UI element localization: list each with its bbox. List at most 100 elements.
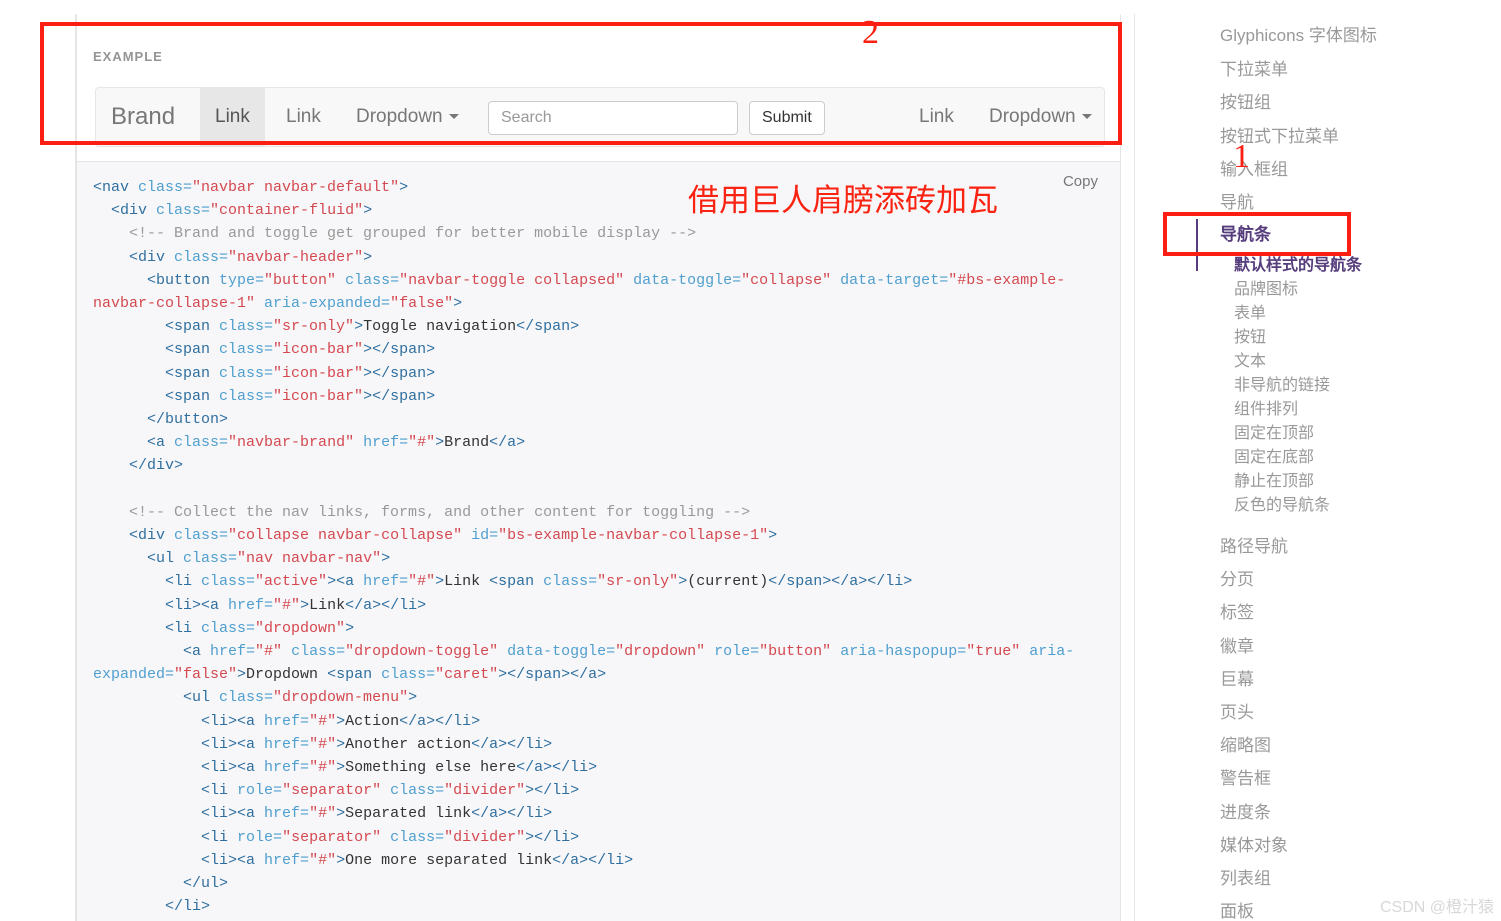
code-token-tag: <li><a xyxy=(93,735,265,753)
example-label: EXAMPLE xyxy=(93,49,163,64)
code-token-tag: <a xyxy=(93,434,175,452)
code-token-tag: <li><a xyxy=(93,759,265,777)
sidebar-item-15[interactable]: 固定在底部 xyxy=(1234,449,1314,467)
sidebar-item-label: 非导航的链接 xyxy=(1234,377,1331,394)
code-token-attr: class= xyxy=(174,527,229,545)
sidebar-item-label: 文本 xyxy=(1234,353,1267,370)
watermark: CSDN @橙汁猿 xyxy=(1380,899,1495,916)
code-token-tag: <li><a xyxy=(93,596,229,614)
code-token-attr: aria-haspopup= xyxy=(831,643,967,661)
code-token-val: "sr-only" xyxy=(597,573,679,591)
code-token-attr: class= xyxy=(156,202,211,220)
sidebar-item-12[interactable]: 非导航的链接 xyxy=(1234,377,1330,395)
code-token-attr: type= xyxy=(219,271,265,289)
sidebar-item-26[interactable]: 进度条 xyxy=(1220,803,1271,823)
docs-sidebar-nav: Glyphicons 字体图标 下拉菜单 按钮组 按钮式下拉菜单 输入框组 导航 导航条 默认… xyxy=(1180,0,1501,921)
navbar-link-1[interactable]: Link xyxy=(200,88,265,146)
sidebar-item-label: 表单 xyxy=(1234,305,1267,322)
sidebar-item-1[interactable]: 下拉菜单 xyxy=(1220,60,1288,80)
sidebar-item-20[interactable]: 标签 xyxy=(1220,603,1254,623)
code-token-val: "button" xyxy=(759,643,832,661)
navbar-brand-link[interactable]: Brand xyxy=(96,88,190,146)
sidebar-item-19[interactable]: 分页 xyxy=(1220,570,1254,590)
sidebar-item-label: 静止在顶部 xyxy=(1234,473,1315,490)
code-token-tag: <li><a xyxy=(93,712,265,730)
code-token-tag: > xyxy=(435,573,445,591)
code-token-text: Link xyxy=(444,573,490,591)
navbar-link-2[interactable]: Link xyxy=(271,88,336,146)
code-snippet[interactable]: <nav class="navbar navbar-default"> <div… xyxy=(93,176,1103,921)
navbar-link-right[interactable]: Link xyxy=(904,88,969,146)
code-token-tag: <nav xyxy=(93,179,139,196)
navbar-link-2-label: Link xyxy=(286,106,321,127)
sidebar-item-14[interactable]: 固定在顶部 xyxy=(1234,425,1314,443)
sidebar-item-label: 固定在底部 xyxy=(1234,449,1315,466)
code-token-tag: </a></li> xyxy=(399,712,481,730)
code-token-tag: <span xyxy=(489,573,544,591)
sidebar-item-24[interactable]: 缩略图 xyxy=(1220,736,1271,756)
code-token-attr: class= xyxy=(201,573,256,591)
code-token-val: "#" xyxy=(309,805,337,823)
code-token-attr: class= xyxy=(219,689,274,707)
sidebar-item-5[interactable]: 导航 xyxy=(1220,193,1254,213)
code-token-tag: <span xyxy=(327,666,382,684)
sidebar-item-10[interactable]: 按钮 xyxy=(1234,329,1266,347)
code-token-tag: > xyxy=(768,527,778,545)
code-token-val: "#" xyxy=(255,643,283,661)
navbar-dropdown-left[interactable]: Dropdown xyxy=(341,88,474,146)
code-token-tag: > xyxy=(408,689,418,707)
code-token-attr: class= xyxy=(138,179,193,196)
sidebar-item-11[interactable]: 文本 xyxy=(1234,353,1266,371)
code-token-tag: > xyxy=(435,434,445,452)
code-token-tag: ></span> xyxy=(363,341,436,359)
sidebar-item-label: 导航条 xyxy=(1220,225,1271,244)
sidebar-item-2[interactable]: 按钮组 xyxy=(1220,93,1271,113)
code-token-attr: href= xyxy=(228,596,274,614)
navbar-submit-button[interactable]: Submit xyxy=(749,101,825,135)
sidebar-item-9[interactable]: 表单 xyxy=(1234,305,1266,323)
code-token-tag: </span> xyxy=(516,318,580,336)
sidebar-item-18[interactable]: 路径导航 xyxy=(1220,537,1288,557)
code-token-val: "dropdown" xyxy=(255,619,346,637)
sidebar-item-17[interactable]: 反色的导航条 xyxy=(1234,497,1330,515)
navbar-dropdown-right[interactable]: Dropdown xyxy=(974,88,1107,146)
sidebar-item-23[interactable]: 页头 xyxy=(1220,703,1254,723)
sidebar-item-label: 缩略图 xyxy=(1220,736,1271,755)
sidebar-item-label: 徽章 xyxy=(1220,637,1254,656)
code-token-tag: > xyxy=(354,318,364,336)
code-block-container: Copy <nav class="navbar navbar-default">… xyxy=(76,162,1121,921)
code-token-val: "icon-bar" xyxy=(273,387,364,405)
sidebar-item-29[interactable]: 面板 xyxy=(1220,902,1254,921)
sidebar-item-27[interactable]: 媒体对象 xyxy=(1220,836,1288,856)
code-token-attr: class= xyxy=(174,434,229,452)
sidebar-item-25[interactable]: 警告框 xyxy=(1220,769,1271,789)
code-token-text: Toggle navigation xyxy=(363,318,517,336)
code-token-val: "container-fluid" xyxy=(210,202,364,220)
sidebar-item-22[interactable]: 巨幕 xyxy=(1220,670,1254,690)
sidebar-item-13[interactable]: 组件排列 xyxy=(1234,401,1298,419)
sidebar-item-0[interactable]: Glyphicons 字体图标 xyxy=(1220,26,1377,46)
code-token-attr: data-toggle= xyxy=(624,271,742,289)
sidebar-item-7[interactable]: 默认样式的导航条 xyxy=(1234,257,1362,275)
code-token-attr: role= xyxy=(237,782,283,800)
navbar-demo: Brand Link Link Dropdown Submit Link xyxy=(95,87,1105,147)
sidebar-item-4[interactable]: 输入框组 xyxy=(1220,160,1288,180)
navbar-search-input[interactable] xyxy=(488,101,738,135)
sidebar-item-8[interactable]: 品牌图标 xyxy=(1234,281,1298,299)
sidebar-item-21[interactable]: 徽章 xyxy=(1220,637,1254,657)
code-token-tag: <li xyxy=(93,828,238,846)
sidebar-item-label: 按钮组 xyxy=(1220,93,1271,112)
code-token-attr: href= xyxy=(264,712,310,730)
sidebar-item-16[interactable]: 静止在顶部 xyxy=(1234,473,1314,491)
sidebar-item-label: 巨幕 xyxy=(1220,670,1254,689)
code-token-tag: ><a xyxy=(327,573,364,591)
code-token-val: "true" xyxy=(966,643,1021,661)
code-token-val: "icon-bar" xyxy=(273,341,364,359)
code-token-tag: > xyxy=(237,666,247,684)
sidebar-item-28[interactable]: 列表组 xyxy=(1220,869,1271,889)
code-token-tag: <div xyxy=(93,248,175,266)
code-token-tag: </a></li> xyxy=(471,805,553,823)
sidebar-item-6[interactable]: 导航条 xyxy=(1220,225,1271,245)
sidebar-item-label: 媒体对象 xyxy=(1220,836,1288,855)
annotation-note: 借用巨人肩膀添砖加瓦 xyxy=(688,183,998,218)
